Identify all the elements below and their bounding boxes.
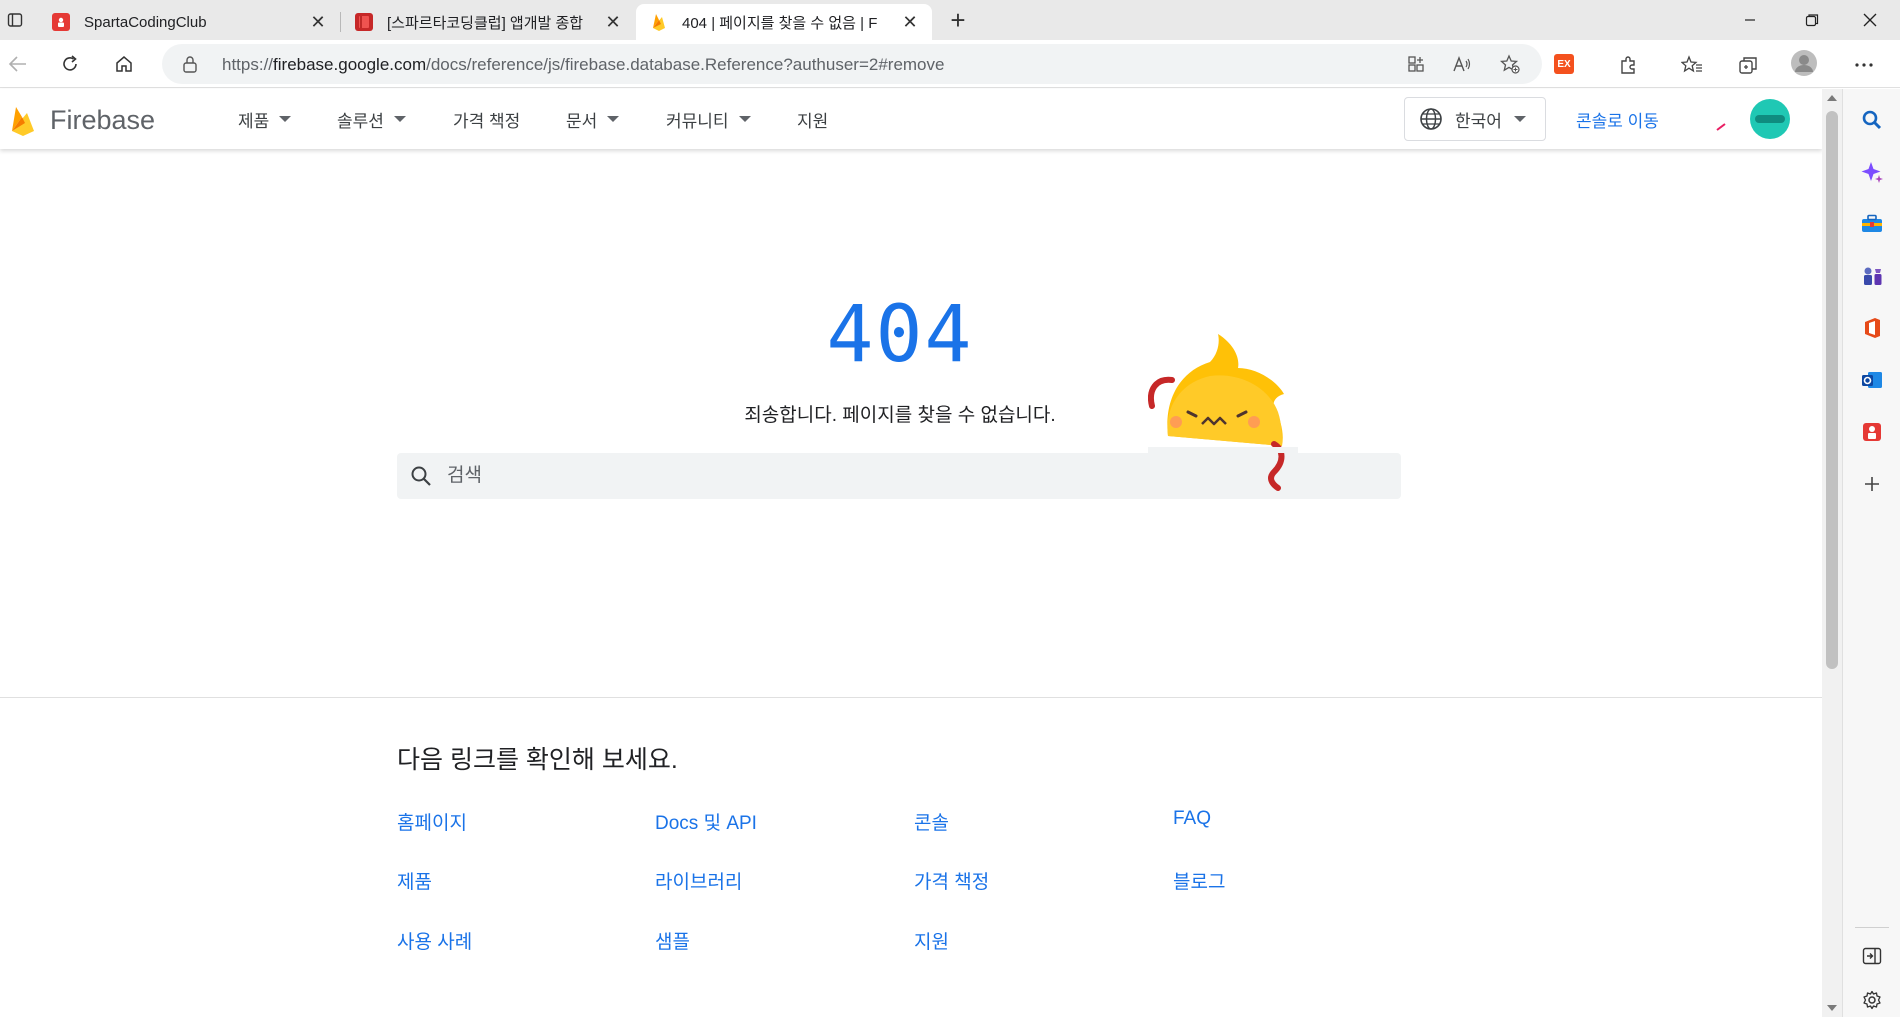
tab-close-icon[interactable]: ✕	[603, 12, 623, 32]
notebook-favicon-icon	[355, 13, 373, 31]
copilot-sparkle-icon[interactable]	[1857, 157, 1887, 187]
firebase-logo[interactable]: Firebase	[10, 103, 155, 137]
flame-mascot-illustration	[1148, 334, 1298, 491]
sidebar-settings-gear-icon[interactable]	[1857, 985, 1887, 1015]
link-use-cases[interactable]: 사용 사례	[397, 927, 472, 954]
url-path: /docs/reference/js/firebase.database.Ref…	[426, 55, 945, 74]
office-icon[interactable]	[1857, 313, 1887, 343]
extension-ex-icon[interactable]: EX	[1550, 51, 1578, 77]
link-pricing[interactable]: 가격 책정	[914, 867, 989, 894]
sparta-app-icon[interactable]	[1857, 417, 1887, 447]
error-code: 404	[826, 290, 974, 380]
favorites-icon[interactable]	[1678, 52, 1706, 78]
link-console[interactable]: 콘솔	[914, 808, 949, 835]
tab-close-icon[interactable]: ✕	[900, 12, 920, 32]
link-support[interactable]: 지원	[914, 927, 949, 954]
new-tab-button[interactable]: +	[940, 5, 976, 35]
scroll-down-icon[interactable]	[1827, 1005, 1837, 1011]
scrollbar-thumb[interactable]	[1826, 111, 1838, 669]
links-heading: 다음 링크를 확인해 보세요.	[397, 746, 678, 774]
sidebar-search-icon[interactable]	[1857, 105, 1887, 135]
main-content: 404 죄송합니다. 페이지를 찾을 수 없습니다. 다음 링크를 확인해 보세…	[0, 150, 1822, 1017]
brand-name: Firebase	[50, 104, 156, 135]
link-samples[interactable]: 샘플	[655, 927, 690, 954]
notification-mark-icon	[1716, 123, 1726, 131]
url-text[interactable]: https://firebase.google.com/docs/referen…	[222, 55, 944, 75]
refresh-icon[interactable]	[52, 48, 88, 80]
nav-pricing[interactable]: 가격 책정	[453, 89, 520, 149]
nav-label: 커뮤니티	[666, 111, 729, 131]
nav-label: 지원	[797, 111, 829, 131]
collections-icon[interactable]	[1734, 52, 1762, 78]
caret-down-icon	[607, 116, 620, 122]
read-aloud-icon[interactable]	[1448, 52, 1476, 76]
games-chess-icon[interactable]	[1857, 261, 1887, 291]
hide-sidebar-icon[interactable]	[1857, 941, 1887, 971]
app-available-icon[interactable]	[1402, 52, 1430, 76]
home-icon[interactable]	[106, 48, 142, 80]
caret-down-icon	[393, 116, 406, 122]
tab-title: [스파르타코딩클럽] 앱개발 종합	[387, 14, 584, 32]
firebase-favicon-icon	[650, 13, 668, 31]
scroll-up-icon[interactable]	[1827, 95, 1837, 101]
link-libraries[interactable]: 라이브러리	[655, 867, 742, 894]
nav-label: 문서	[566, 111, 598, 131]
minimize-icon[interactable]	[1722, 0, 1778, 40]
language-selector[interactable]: 한국어	[1404, 97, 1546, 141]
tab-title: SpartaCodingClub	[84, 13, 207, 31]
globe-icon	[1420, 108, 1442, 130]
page-scrollbar[interactable]	[1822, 89, 1842, 1017]
browser-tab-active[interactable]: 404 | 페이지를 찾을 수 없음 | F ✕	[636, 4, 932, 40]
browser-tab[interactable]: SpartaCodingClub ✕	[38, 4, 340, 40]
nav-products[interactable]: 제품	[238, 89, 292, 149]
go-to-console-link[interactable]: 콘솔로 이동	[1576, 107, 1659, 132]
nav-docs[interactable]: 문서	[566, 89, 620, 149]
url-scheme: https://	[222, 55, 274, 74]
tab-close-icon[interactable]: ✕	[308, 12, 328, 32]
section-divider	[0, 697, 1822, 698]
tab-title: 404 | 페이지를 찾을 수 없음 | F	[682, 14, 878, 32]
browser-toolbar: https://firebase.google.com/docs/referen…	[0, 40, 1900, 88]
site-header: Firebase 제품 솔루션 가격 책정 문서 커뮤니티 지원 한국어 콘솔로…	[0, 89, 1822, 149]
nav-solutions[interactable]: 솔루션	[337, 89, 406, 149]
nav-label: 가격 책정	[453, 111, 521, 131]
link-home[interactable]: 홈페이지	[397, 808, 467, 835]
profile-avatar-icon[interactable]	[1790, 50, 1818, 76]
nav-support[interactable]: 지원	[797, 89, 828, 149]
search-icon[interactable]	[409, 464, 433, 493]
back-arrow-icon[interactable]	[0, 48, 36, 80]
caret-down-icon	[1513, 116, 1526, 122]
browser-tab[interactable]: [스파르타코딩클럽] 앱개발 종합 ✕	[341, 4, 635, 40]
tools-briefcase-icon[interactable]	[1857, 209, 1887, 239]
language-label: 한국어	[1455, 111, 1502, 131]
nav-label: 솔루션	[337, 111, 384, 131]
link-products[interactable]: 제품	[397, 867, 432, 894]
more-options-icon[interactable]	[1850, 52, 1878, 78]
close-window-icon[interactable]	[1842, 0, 1898, 40]
lock-icon[interactable]	[182, 55, 198, 78]
browser-tab-strip: SpartaCodingClub ✕ [스파르타코딩클럽] 앱개발 종합 ✕ 4…	[0, 0, 1900, 40]
edge-sidebar	[1842, 89, 1900, 1017]
tab-actions-icon[interactable]	[0, 6, 30, 34]
sidebar-divider	[1855, 927, 1889, 928]
restore-icon[interactable]	[1784, 0, 1840, 40]
outlook-icon[interactable]	[1857, 365, 1887, 395]
firebase-flame-icon	[12, 107, 34, 136]
link-blog[interactable]: 블로그	[1173, 867, 1225, 894]
error-message: 죄송합니다. 페이지를 찾을 수 없습니다.	[744, 405, 1056, 426]
link-faq[interactable]: FAQ	[1173, 808, 1211, 830]
add-sidebar-app-icon[interactable]	[1857, 469, 1887, 499]
user-avatar[interactable]	[1750, 99, 1790, 139]
caret-down-icon	[738, 116, 751, 122]
extension-badge: EX	[1554, 54, 1574, 74]
address-bar[interactable]: https://firebase.google.com/docs/referen…	[162, 44, 1542, 84]
nav-label: 제품	[238, 111, 270, 131]
nav-community[interactable]: 커뮤니티	[666, 89, 751, 149]
add-favorite-icon[interactable]	[1496, 52, 1524, 76]
caret-down-icon	[279, 116, 292, 122]
url-host: firebase.google.com	[273, 55, 427, 74]
sparta-favicon-icon	[52, 13, 70, 31]
link-docs-api[interactable]: Docs 및 API	[655, 808, 757, 835]
extensions-puzzle-icon[interactable]	[1614, 52, 1642, 78]
